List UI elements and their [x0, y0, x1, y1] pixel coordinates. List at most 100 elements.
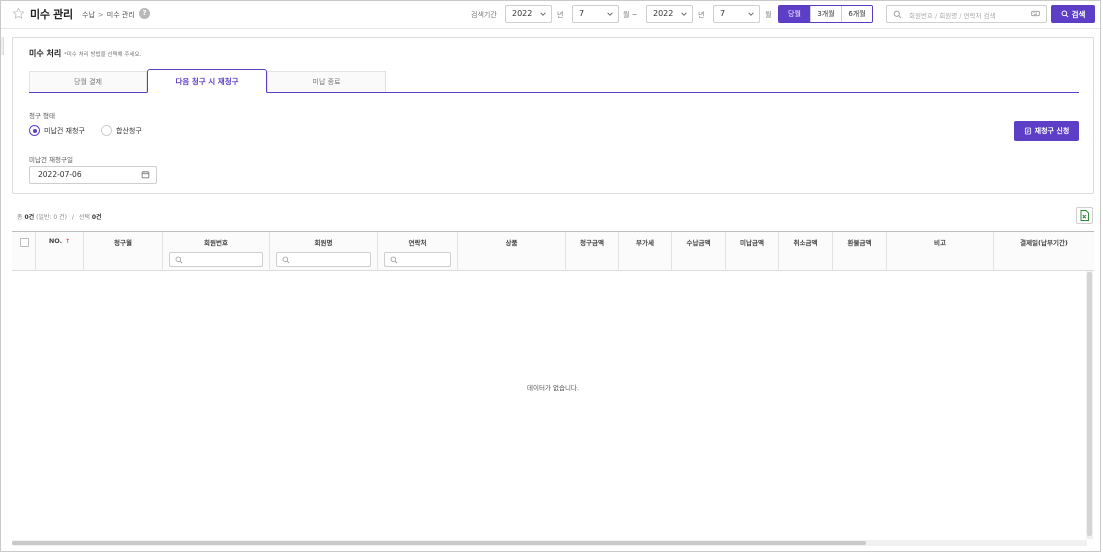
contact-filter-input[interactable] [384, 252, 451, 267]
total-detail: (일반: 0 건) [36, 214, 67, 221]
unpaid-process-panel: 미수 처리 *미수 처리 방법을 선택해 주세요. 당월 결제 다음 청구 시 … [12, 37, 1094, 194]
column-refund-amount[interactable]: 환불금액 [833, 232, 887, 271]
range-current-month-button[interactable]: 당월 [779, 6, 810, 22]
panel-hint: *미수 처리 방법을 선택해 주세요. [64, 52, 142, 58]
column-label: 미납금액 [740, 239, 764, 247]
total-count: 0건 [24, 214, 35, 221]
column-unpaid-amount[interactable]: 미납금액 [726, 232, 779, 271]
column-payment-date[interactable]: 결제일(납부기간) [994, 232, 1094, 271]
tab-close-unpaid[interactable]: 미납 종료 [267, 71, 386, 92]
end-month-select[interactable]: 7 [713, 5, 760, 23]
column-member-name[interactable]: 회원명 [270, 232, 378, 271]
column-label: 회원명 [314, 239, 333, 247]
search-input[interactable]: 회원번호 / 회원명 / 연락처 검색 [886, 5, 1047, 23]
excel-download-button[interactable] [1076, 207, 1093, 224]
summary-separator: / [71, 214, 74, 221]
column-label: 수납금액 [686, 239, 711, 247]
document-icon [1024, 127, 1031, 135]
column-label: 연락처 [408, 239, 427, 247]
rebill-button-label: 재청구 신청 [1034, 127, 1070, 135]
selected-count: 0건 [91, 214, 102, 221]
column-vat[interactable]: 부가세 [619, 232, 672, 271]
start-year-value: 2022 [512, 9, 533, 18]
chevron-down-icon [681, 12, 687, 16]
chevron-down-icon [540, 12, 546, 16]
search-icon [893, 10, 902, 19]
column-label: 회원번호 [204, 239, 228, 247]
process-tabs: 당월 결제 다음 청구 시 재청구 미납 종료 [29, 69, 1079, 93]
column-label: NO. [48, 237, 63, 245]
column-contact[interactable]: 연락처 [378, 232, 458, 271]
period-label: 검색기간 [471, 11, 497, 19]
breadcrumb-separator-icon: > [97, 11, 104, 19]
search-icon [1061, 10, 1069, 18]
month-unit: 월 ~ [623, 11, 638, 19]
rebill-date-input[interactable]: 2022-07-06 [29, 166, 157, 184]
tab-pay-this-month[interactable]: 당월 결제 [29, 71, 147, 92]
scrollbar-thumb[interactable] [12, 541, 866, 545]
column-label: 청구금액 [580, 239, 604, 247]
column-no[interactable]: NO. ↑ [36, 232, 84, 271]
column-note[interactable]: 비고 [887, 232, 994, 271]
empty-message: 데이터가 없습니다. [527, 384, 579, 392]
sort-asc-icon[interactable]: ↑ [65, 238, 70, 245]
radio-label: 합산청구 [116, 126, 142, 135]
start-month-select[interactable]: 7 [572, 5, 619, 23]
column-label: 비고 [934, 239, 946, 247]
search-icon [390, 256, 398, 264]
sidebar-collapse-handle[interactable] [1, 37, 4, 55]
range-3-months-button[interactable]: 3개월 [810, 6, 841, 22]
column-cancel-amount[interactable]: 취소금액 [779, 232, 833, 271]
column-label: 취소금액 [793, 239, 818, 247]
horizontal-scrollbar[interactable] [12, 540, 1087, 546]
total-prefix: 총 [17, 214, 23, 221]
member-number-filter-input[interactable] [169, 252, 263, 267]
search-placeholder: 회원번호 / 회원명 / 연락처 검색 [909, 12, 996, 20]
scrollbar-thumb[interactable] [1087, 272, 1092, 536]
radio-rebill-unpaid[interactable]: 미납건 재청구 [29, 125, 85, 136]
rebill-request-button[interactable]: 재청구 신청 [1014, 121, 1079, 141]
column-label: 환불금액 [847, 239, 872, 247]
favorite-star-icon[interactable] [12, 7, 25, 20]
search-button[interactable]: 검색 [1051, 5, 1095, 23]
vertical-scrollbar[interactable] [1086, 271, 1093, 539]
chevron-down-icon [748, 12, 754, 16]
chevron-down-icon [607, 12, 613, 16]
range-toggle: 당월 3개월 6개월 [778, 5, 873, 23]
column-billing-month[interactable]: 청구월 [84, 232, 163, 271]
end-year-select[interactable]: 2022 [646, 5, 693, 23]
column-label: 부가세 [636, 239, 654, 247]
tab-rebill-next[interactable]: 다음 청구 시 재청구 [147, 69, 267, 93]
end-month-value: 7 [720, 9, 726, 18]
app-frame: 미수 관리 수납 > 미수 관리 ? 검색기간 2022 년 7 월 ~ 2022 … [0, 0, 1101, 552]
month-unit: 월 [765, 11, 772, 19]
table-header: NO. ↑ 청구월 회원번호 회원명 연락처 상품 청구금액 부가세 수납금액 … [12, 232, 1094, 271]
member-name-filter-input[interactable] [276, 252, 371, 267]
breadcrumb-item[interactable]: 미수 관리 [107, 11, 135, 19]
page-title: 미수 관리 [30, 8, 73, 21]
start-year-select[interactable]: 2022 [505, 5, 552, 23]
column-paid-amount[interactable]: 수납금액 [672, 232, 726, 271]
breadcrumb-item[interactable]: 수납 [82, 11, 95, 19]
column-label: 결제일(납부기간) [1020, 239, 1068, 247]
column-header: NO. ↑ [36, 237, 83, 245]
search-button-label: 검색 [1071, 9, 1086, 19]
help-icon[interactable]: ? [139, 8, 150, 19]
header-divider [1, 28, 1100, 29]
start-month-value: 7 [579, 9, 585, 18]
excel-icon [1080, 210, 1089, 221]
result-summary: 총 0건 (일반: 0 건) / 선택 0건 [17, 212, 102, 221]
breadcrumb: 수납 > 미수 관리 [82, 10, 135, 20]
rebill-date-label: 미납건 재청구일 [29, 156, 73, 164]
column-product[interactable]: 상품 [458, 232, 566, 271]
column-member-number[interactable]: 회원번호 [163, 232, 270, 271]
billing-type-label: 청구 형태 [29, 112, 55, 120]
selected-prefix: 선택 [78, 214, 90, 221]
keyboard-icon[interactable] [1031, 9, 1040, 18]
radio-combined-billing[interactable]: 합산청구 [101, 125, 142, 136]
column-billing-amount[interactable]: 청구금액 [566, 232, 619, 271]
calendar-icon[interactable] [141, 170, 150, 179]
select-all-checkbox[interactable] [20, 238, 29, 247]
range-6-months-button[interactable]: 6개월 [841, 6, 872, 22]
end-year-value: 2022 [653, 9, 674, 18]
